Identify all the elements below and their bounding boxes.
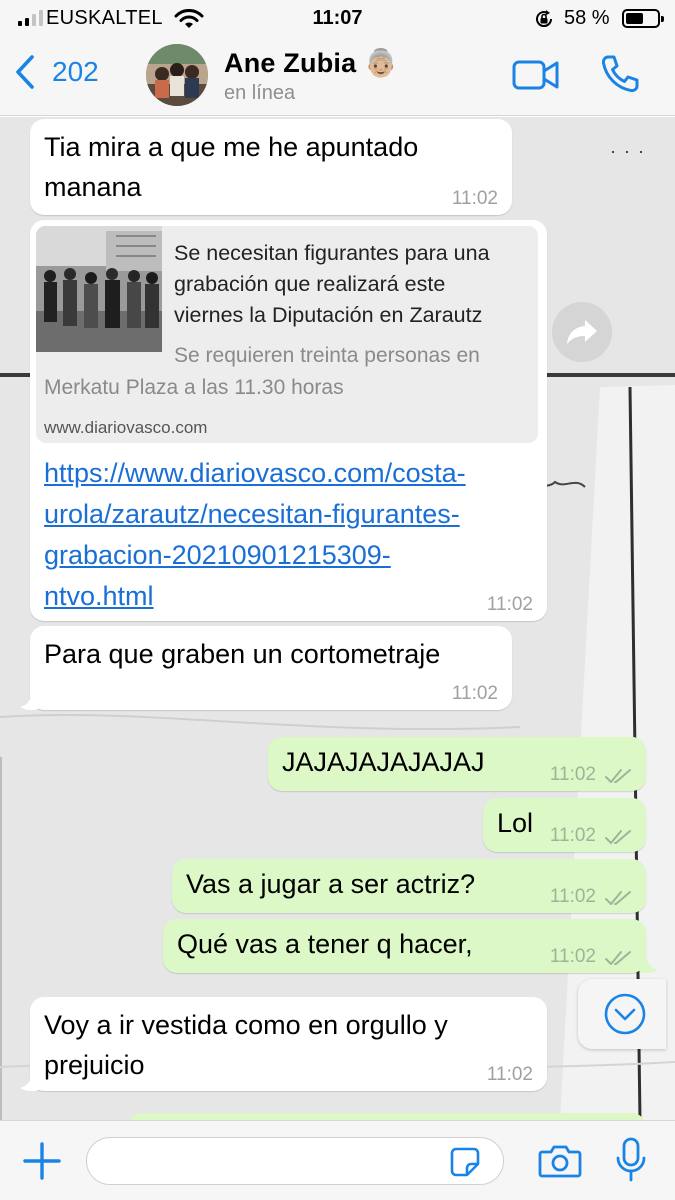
message-outgoing[interactable]: Vas a jugar a ser actriz? 11:02: [172, 859, 646, 913]
phone-call-icon[interactable]: [600, 54, 640, 94]
bubble-tail: [640, 956, 658, 974]
read-receipt-icon: [605, 830, 631, 844]
link-preview-title: Se necesitan figurantes para una grabaci…: [174, 241, 490, 327]
chat-area[interactable]: Tia mira a que me he apuntado manana 11:…: [0, 117, 675, 1120]
message-incoming[interactable]: Voy a ir vestida como en orgullo y preju…: [30, 997, 547, 1091]
message-text: Tia mira a que me he apuntado manana: [44, 132, 419, 202]
bubble-tail: [20, 1074, 38, 1092]
battery-percent: 58 %: [564, 7, 610, 29]
message-outgoing[interactable]: Qué vas a tener q hacer, 11:02: [163, 919, 646, 973]
back-button[interactable]: 202: [14, 54, 99, 90]
message-composer: [0, 1120, 675, 1200]
chat-header: 202 Ane Zubia 👵🏼 en línea: [0, 36, 675, 116]
read-receipt-icon: [605, 891, 631, 905]
read-receipt-icon: [605, 951, 631, 965]
back-chevron-icon: [16, 55, 34, 89]
message-text: Para que graben un cortometraje: [44, 639, 441, 669]
message-time: 11:02: [549, 825, 596, 846]
message-outgoing[interactable]: JAJAJAJAJAJAJ 11:02: [268, 737, 646, 791]
message-text: JAJAJAJAJAJAJ: [282, 747, 485, 777]
message-time: 11:02: [486, 1064, 533, 1085]
message-text: Lol: [497, 808, 534, 838]
message-outgoing[interactable]: Lol 11:02: [483, 798, 646, 852]
video-call-icon[interactable]: [512, 58, 560, 92]
forward-button[interactable]: [552, 302, 612, 362]
message-time: 11:02: [549, 764, 596, 785]
message-text: Vas a jugar a ser actriz?: [186, 869, 476, 899]
link-preview-domain: www.diariovasco.com: [44, 418, 208, 437]
microphone-icon[interactable]: [615, 1137, 647, 1183]
contact-status: en línea: [224, 82, 296, 104]
message-incoming[interactable]: Para que graben un cortometraje 11:02: [30, 626, 512, 710]
back-unread-count: 202: [52, 56, 99, 87]
link-preview-description: Merkatu Plaza a las 11.30 horas: [44, 376, 344, 399]
message-input[interactable]: [86, 1137, 504, 1185]
contact-name[interactable]: Ane Zubia 👵🏼: [224, 47, 398, 79]
message-incoming-link[interactable]: Se necesitan figurantes para una grabaci…: [30, 220, 547, 621]
status-bar: EUSKALTEL 11:07 58 %: [0, 0, 675, 36]
contact-avatar[interactable]: [146, 44, 208, 106]
message-outgoing-partial: [128, 1113, 646, 1120]
link-preview-thumbnail: [36, 226, 162, 352]
scroll-to-bottom-button[interactable]: [578, 979, 666, 1049]
message-link[interactable]: https://www.diariovasco.com/costa- urola…: [44, 453, 466, 617]
forward-icon: [567, 320, 597, 344]
message-time: 11:02: [451, 683, 498, 704]
camera-icon[interactable]: [538, 1143, 582, 1179]
message-text: Voy a ir vestida como en orgullo y preju…: [44, 1010, 448, 1080]
message-time: 11:02: [549, 886, 596, 907]
battery-icon: [622, 9, 664, 28]
chevron-down-circle-icon: [604, 993, 646, 1035]
link-preview-card[interactable]: Se necesitan figurantes para una grabaci…: [36, 226, 538, 443]
message-text: Qué vas a tener q hacer,: [177, 929, 473, 959]
bubble-tail: [20, 693, 38, 711]
message-time: 11:02: [451, 188, 498, 209]
orientation-lock-icon: [536, 10, 553, 28]
sticker-icon[interactable]: [450, 1147, 480, 1177]
plus-icon[interactable]: [22, 1141, 62, 1181]
read-receipt-icon: [605, 769, 631, 783]
message-incoming[interactable]: Tia mira a que me he apuntado manana 11:…: [30, 119, 512, 215]
message-time: 11:02: [486, 594, 533, 615]
message-time: 11:02: [549, 946, 596, 967]
link-preview-description: Se requieren treinta personas en: [174, 344, 480, 367]
